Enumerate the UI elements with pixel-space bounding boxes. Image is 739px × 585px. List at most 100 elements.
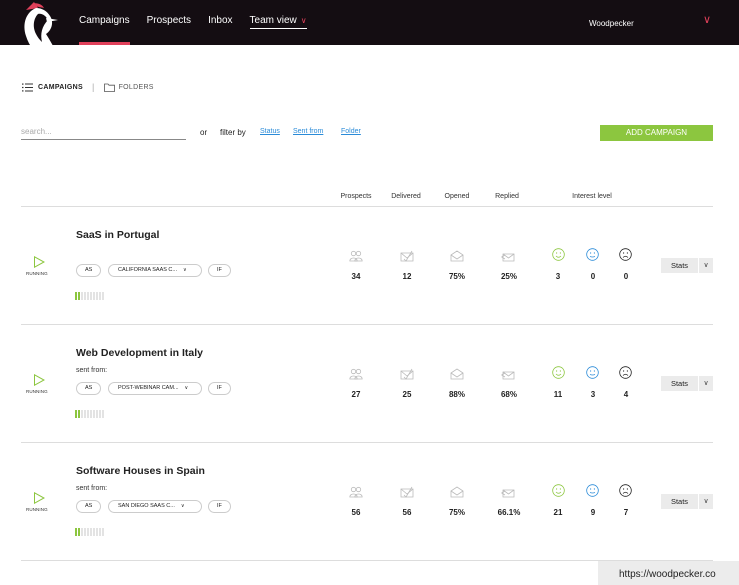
filter-sent-from-link[interactable]: Sent from — [293, 128, 323, 135]
progress-bar — [75, 410, 104, 418]
delivered-icon — [400, 367, 414, 380]
happy-face-icon — [552, 366, 565, 379]
chip-if[interactable]: IF — [208, 382, 231, 395]
delivered-icon — [400, 249, 414, 262]
progress-segment — [81, 292, 83, 300]
metric-opened: 75% — [448, 272, 465, 281]
progress-segment — [75, 292, 77, 300]
status-label: RUNNING — [26, 507, 48, 512]
sad-face-icon — [619, 484, 632, 497]
nav-campaigns[interactable]: Campaigns — [79, 15, 130, 45]
prospects-icon — [349, 485, 363, 498]
progress-segment — [102, 410, 104, 418]
top-navbar: Campaigns Prospects Inbox Team view ∨ Woo… — [0, 0, 739, 60]
status-label: RUNNING — [26, 389, 48, 394]
woodpecker-logo[interactable] — [20, 0, 62, 60]
happy-face-icon — [552, 484, 565, 497]
progress-segment — [99, 410, 101, 418]
progress-segment — [93, 410, 95, 418]
chip-sender[interactable]: CALIFORNIA SAAS C... ∨ — [108, 264, 202, 277]
or-label: or — [200, 128, 208, 137]
stats-button-label: Stats — [661, 494, 698, 509]
neutral-face-icon — [586, 248, 599, 261]
metric-replied: 25% — [500, 272, 517, 281]
campaign-title[interactable]: SaaS in Portugal — [76, 229, 159, 241]
progress-segment — [96, 292, 98, 300]
progress-segment — [84, 410, 86, 418]
chip-as[interactable]: AS — [76, 500, 102, 513]
play-icon[interactable] — [33, 374, 45, 386]
happy-face-icon — [552, 248, 565, 261]
chevron-down-icon: ∨ — [300, 16, 307, 25]
chip-if[interactable]: IF — [208, 264, 231, 277]
progress-segment — [90, 528, 92, 536]
progress-segment — [84, 528, 86, 536]
chip-if[interactable]: IF — [208, 500, 231, 513]
progress-bar — [75, 528, 104, 536]
opened-icon — [450, 367, 464, 380]
replied-icon — [501, 249, 515, 262]
metric-replied: 66.1% — [497, 508, 521, 517]
play-icon[interactable] — [33, 256, 45, 268]
chip-sender-label: POST-WEBINAR CAM... — [118, 385, 179, 391]
chip-sender[interactable]: SAN DIEGO SAAS C... ∨ — [108, 500, 202, 513]
campaign-title[interactable]: Software Houses in Spain — [76, 465, 205, 477]
search-input[interactable] — [21, 124, 186, 140]
filter-folder-link[interactable]: Folder — [341, 128, 361, 135]
chevron-down-icon: ∨ — [183, 267, 187, 273]
folder-icon — [103, 83, 115, 92]
progress-segment — [93, 528, 95, 536]
progress-bar — [75, 292, 104, 300]
campaign-row[interactable]: RUNNING SaaS in Portugal AS CALIFORNIA SAAS… — [0, 207, 739, 325]
chevron-down-icon: ∨ — [180, 503, 185, 509]
campaign-title[interactable]: Web Development in Italy — [76, 347, 203, 359]
campaign-row[interactable]: RUNNING Web Development in Italy sent from… — [0, 325, 739, 443]
metric-delivered: 12 — [402, 272, 412, 281]
breadcrumb-folders[interactable]: FOLDERS — [119, 84, 154, 91]
interest-interested: 11 — [553, 390, 563, 399]
chevron-down-icon[interactable]: ∨ — [699, 494, 713, 509]
chip-sender-label: CALIFORNIA SAAS C... — [118, 267, 177, 273]
progress-segment — [102, 528, 104, 536]
prospects-icon — [349, 249, 363, 262]
stats-button-label: Stats — [661, 376, 698, 391]
chevron-down-icon[interactable]: ∨ — [699, 376, 713, 391]
nav-team-view[interactable]: Team view ∨ — [249, 15, 307, 29]
stats-button[interactable]: Stats ∨ — [661, 258, 713, 273]
progress-segment — [75, 410, 77, 418]
progress-segment — [99, 528, 101, 536]
neutral-face-icon — [586, 366, 599, 379]
replied-icon — [501, 367, 515, 380]
breadcrumb: CAMPAIGNS | FOLDERS — [22, 82, 154, 92]
sad-face-icon — [619, 366, 632, 379]
metric-opened: 88% — [448, 390, 465, 399]
sent-from-label: sent from: — [76, 485, 108, 492]
status-label: RUNNING — [26, 271, 48, 276]
chip-as[interactable]: AS — [76, 382, 102, 395]
add-campaign-button[interactable]: ADD CAMPAIGN — [600, 125, 713, 141]
chip-sender[interactable]: POST-WEBINAR CAM... ∨ — [108, 382, 202, 395]
metric-delivered: 25 — [402, 390, 412, 399]
breadcrumb-campaigns[interactable]: CAMPAIGNS — [38, 84, 83, 91]
sad-face-icon — [619, 248, 632, 261]
account-name[interactable]: Woodpecker — [589, 19, 634, 28]
stats-button[interactable]: Stats ∨ — [661, 376, 713, 391]
metric-prospects: 56 — [351, 508, 361, 517]
interest-not-interested: 7 — [623, 508, 629, 517]
sent-from-label: sent from: — [76, 367, 108, 374]
list-icon — [22, 83, 33, 91]
progress-segment — [87, 292, 89, 300]
chevron-down-icon[interactable]: ∨ — [703, 13, 711, 26]
filter-status-link[interactable]: Status — [260, 128, 280, 135]
stats-button[interactable]: Stats ∨ — [661, 494, 713, 509]
neutral-face-icon — [586, 484, 599, 497]
campaign-row[interactable]: RUNNING Software Houses in Spain sent from… — [0, 443, 739, 561]
progress-segment — [87, 528, 89, 536]
chevron-down-icon[interactable]: ∨ — [699, 258, 713, 273]
nav-inbox[interactable]: Inbox — [208, 15, 232, 29]
nav-prospects[interactable]: Prospects — [147, 15, 191, 29]
chip-as[interactable]: AS — [76, 264, 102, 277]
column-interest-level: Interest level — [572, 193, 612, 200]
interest-not-interested: 4 — [623, 390, 629, 399]
play-icon[interactable] — [33, 492, 45, 504]
